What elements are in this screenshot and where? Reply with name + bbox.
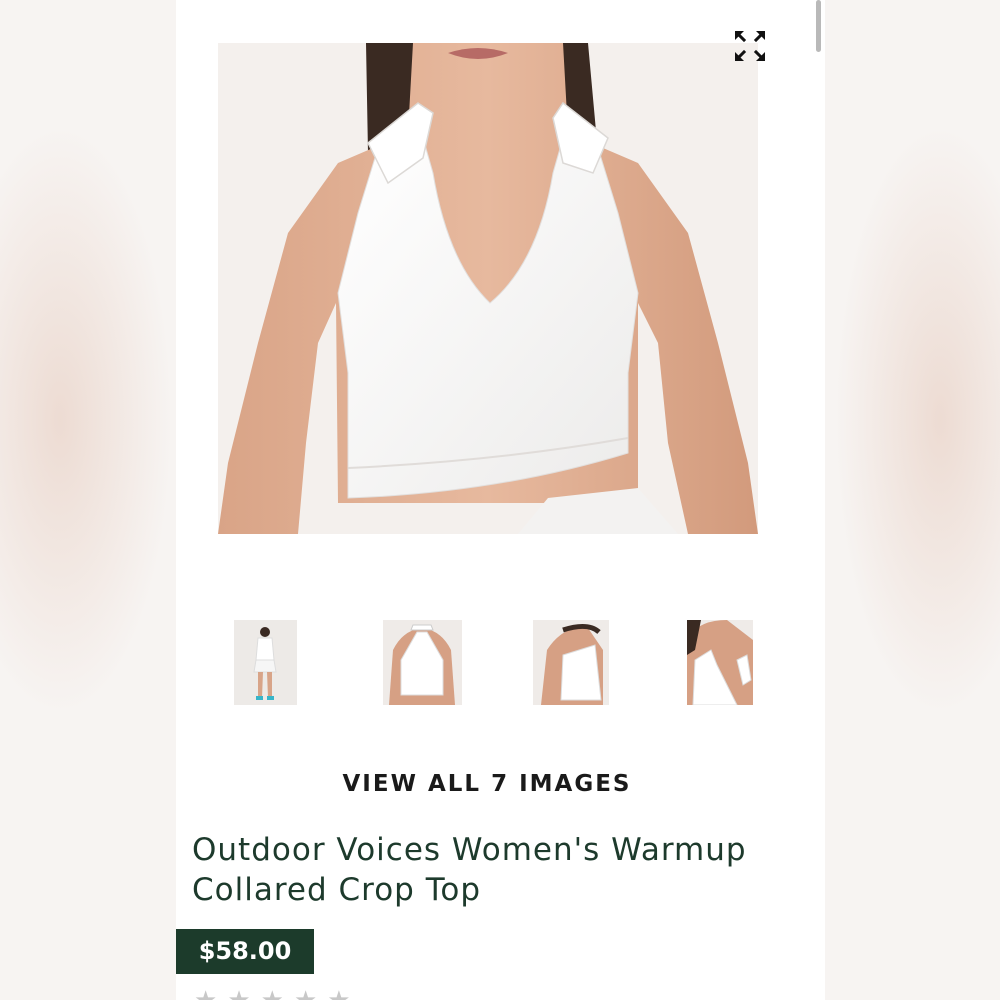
star-icon: ★ (227, 988, 250, 1000)
product-title: Outdoor Voices Women's Warmup Collared C… (192, 832, 747, 908)
view-all-images-link[interactable]: VIEW ALL 7 IMAGES (176, 771, 798, 797)
thumbnail-2[interactable] (383, 620, 462, 705)
price-badge: $58.00 (176, 929, 314, 974)
thumbnail-3[interactable] (533, 620, 609, 705)
star-icon: ★ (261, 988, 284, 1000)
main-product-image[interactable] (218, 43, 758, 534)
scrollbar[interactable] (816, 0, 821, 52)
product-page: VIEW ALL 7 IMAGES Outdoor Voices Women's… (176, 0, 825, 1000)
star-icon: ★ (327, 988, 350, 1000)
star-icon: ★ (294, 988, 317, 1000)
expand-gallery-button[interactable] (732, 28, 768, 64)
thumbnail-1[interactable] (234, 620, 297, 705)
star-icon: ★ (194, 988, 217, 1000)
rating-stars[interactable]: ★ ★ ★ ★ ★ (194, 988, 351, 1000)
expand-arrows-icon (734, 30, 766, 62)
thumbnail-4[interactable] (687, 620, 753, 705)
